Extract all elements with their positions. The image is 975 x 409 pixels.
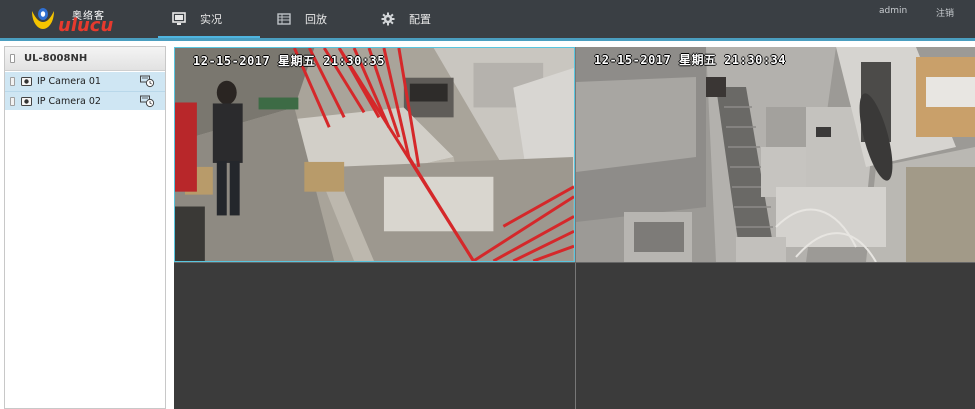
camera-icon bbox=[21, 77, 32, 86]
monitor-icon bbox=[172, 12, 186, 25]
video-osd-timestamp: 12-15-2017 星期五 21:30:34 bbox=[594, 53, 786, 67]
record-status-icon[interactable] bbox=[140, 75, 155, 88]
record-status-icon[interactable] bbox=[140, 95, 155, 108]
device-node[interactable]: UL-8008NH bbox=[5, 47, 165, 71]
tab-live-label: 实况 bbox=[200, 13, 222, 26]
device-tree-panel: UL-8008NH IP Camera 01 IP Camera 02 bbox=[4, 46, 166, 409]
video-cell-4[interactable] bbox=[576, 263, 975, 409]
camera-status-indicator bbox=[10, 96, 15, 106]
topbar-accent-line bbox=[0, 38, 975, 41]
grid-divider-horizontal bbox=[174, 262, 975, 263]
device-name: UL-8008NH bbox=[24, 53, 88, 64]
tab-playback-label: 回放 bbox=[305, 13, 327, 26]
playback-icon bbox=[277, 13, 291, 25]
live-video-grid: 12-15-2017 星期五 21:30:35 12-15-2017 星期五 2… bbox=[174, 47, 975, 409]
camera-icon bbox=[21, 96, 32, 106]
camera-label: IP Camera 01 bbox=[37, 76, 101, 87]
video-osd-timestamp: 12-15-2017 星期五 21:30:35 bbox=[193, 54, 385, 68]
gear-icon bbox=[381, 12, 395, 26]
video-cell-1[interactable]: 12-15-2017 星期五 21:30:35 bbox=[174, 47, 575, 262]
tab-config[interactable]: 配置 bbox=[381, 0, 431, 38]
camera-label: IP Camera 02 bbox=[37, 95, 101, 107]
camera-feed-2 bbox=[576, 47, 975, 262]
app-window: 奥络客 ulucu 实况 回放 配置 admin 注销 UL-8008NH IP… bbox=[0, 0, 975, 409]
logo-text-en: ulucu bbox=[58, 15, 114, 36]
logo-mark-icon bbox=[32, 8, 54, 29]
video-cell-3[interactable] bbox=[174, 263, 575, 409]
current-user[interactable]: admin bbox=[879, 6, 907, 16]
grid-divider-vertical bbox=[575, 47, 576, 409]
tab-config-label: 配置 bbox=[409, 13, 431, 26]
video-cell-2[interactable]: 12-15-2017 星期五 21:30:34 bbox=[576, 47, 975, 262]
logout-link[interactable]: 注销 bbox=[936, 6, 954, 19]
camera-status-indicator bbox=[10, 77, 15, 86]
camera-item-02[interactable]: IP Camera 02 bbox=[5, 91, 165, 110]
camera-feed-1 bbox=[175, 48, 574, 261]
brand-logo: 奥络客 ulucu bbox=[28, 4, 118, 36]
tab-live[interactable]: 实况 bbox=[158, 0, 260, 38]
top-navigation-bar: 奥络客 ulucu 实况 回放 配置 admin 注销 bbox=[0, 0, 975, 38]
tab-playback[interactable]: 回放 bbox=[277, 0, 327, 38]
nvr-device-icon bbox=[10, 54, 15, 63]
camera-item-01[interactable]: IP Camera 01 bbox=[5, 72, 165, 91]
